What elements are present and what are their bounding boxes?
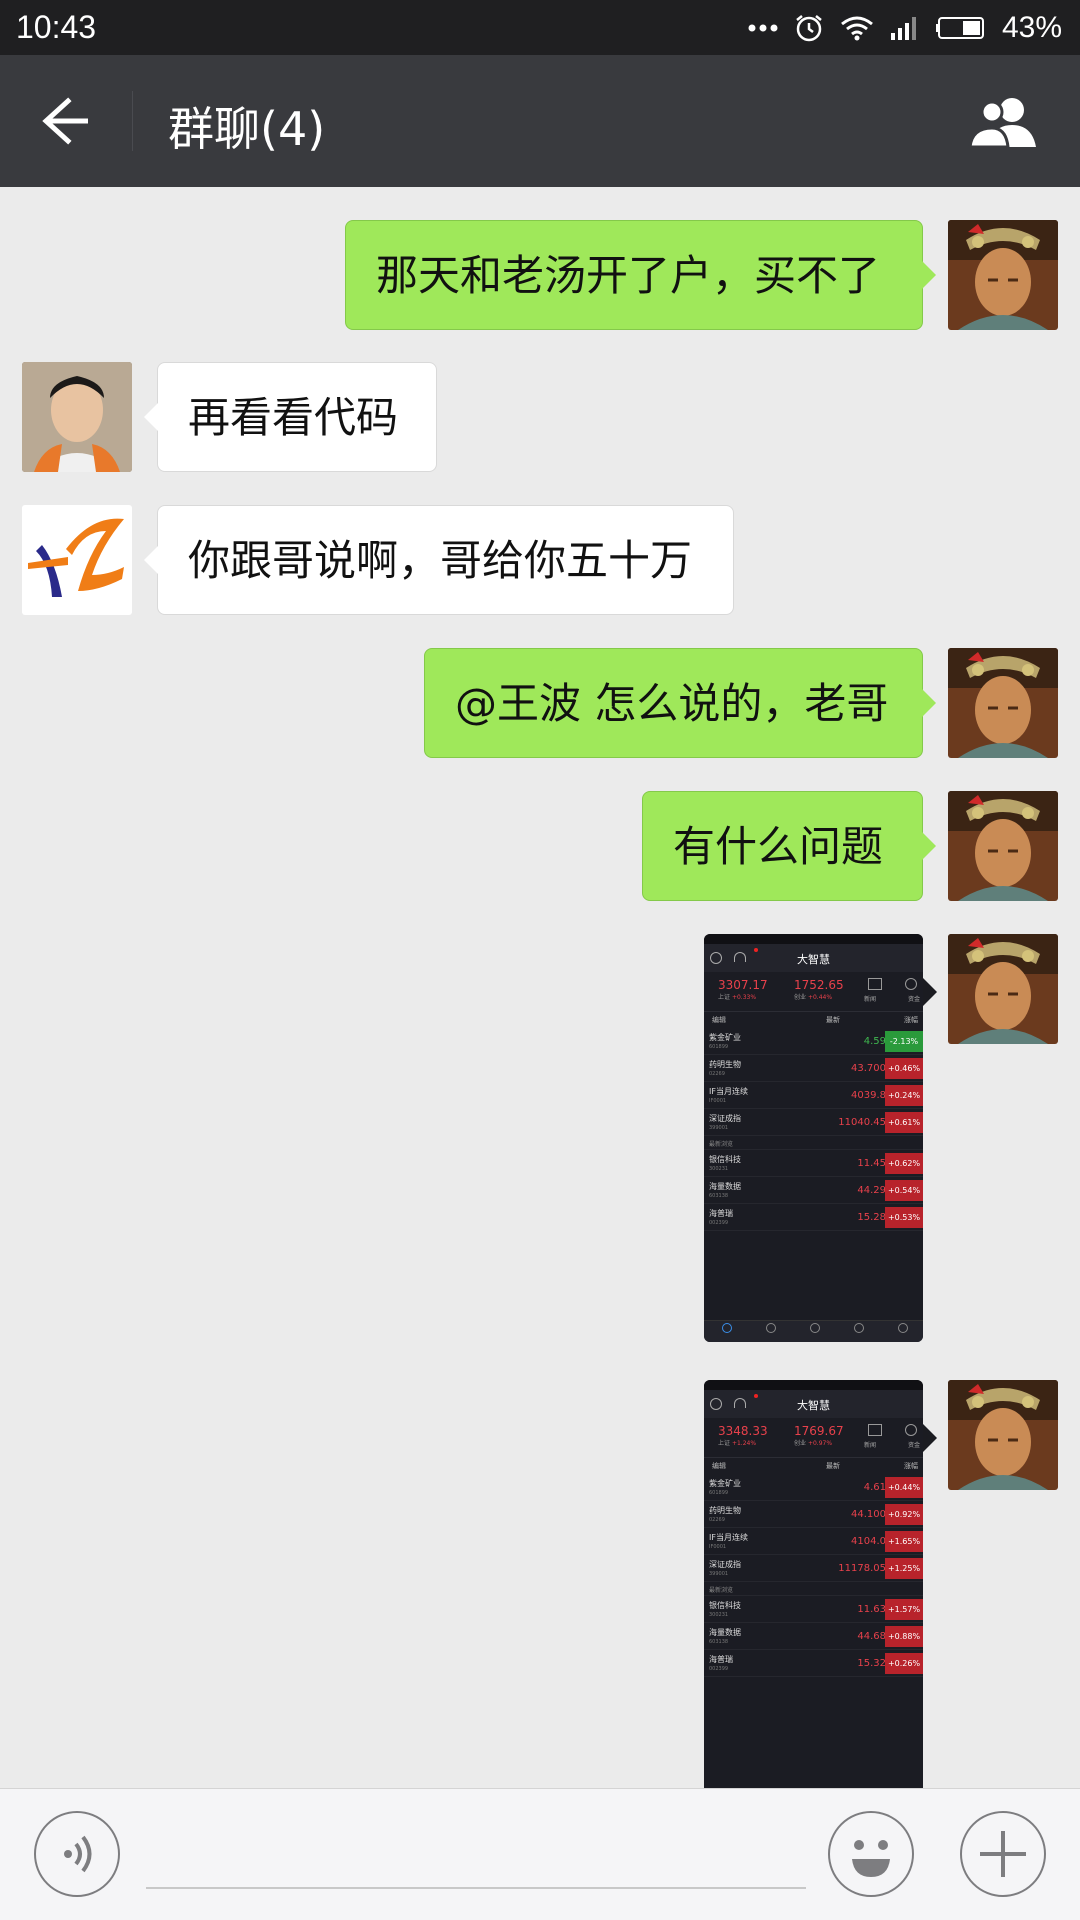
shared-screenshot-image[interactable]: 大智慧 3307.17 上证 +0.33% 1752.65 创业 +0.44% … [704, 934, 923, 1342]
quote-row: 海普瑞 002399 15.28 +0.53% [704, 1204, 923, 1231]
shared-screenshot-image[interactable]: 大智慧 3348.33 上证 +1.24% 1769.67 创业 +0.97% … [704, 1380, 923, 1788]
quote-row: 银信科技 300231 11.45 +0.62% [704, 1150, 923, 1177]
more-actions-button[interactable] [960, 1811, 1046, 1897]
app-bar-divider [132, 91, 133, 151]
home-tab-icon [722, 1323, 732, 1333]
info-tab-icon [810, 1323, 820, 1333]
voice-icon [64, 1835, 92, 1873]
quote-row: 深证成指 399001 11178.05 +1.25% [704, 1555, 923, 1582]
back-button[interactable] [38, 95, 94, 147]
index-sh: 3348.33 上证 +1.24% [718, 1424, 768, 1447]
index-cy: 1769.67 创业 +0.97% [794, 1424, 844, 1447]
back-arrow-icon [42, 97, 88, 145]
avatar-self[interactable] [948, 220, 1058, 330]
index-summary: 3307.17 上证 +0.33% 1752.65 创业 +0.44% 新闻 资… [704, 972, 923, 1012]
recent-section: 最新浏览 [704, 1582, 923, 1596]
plus-icon [980, 1831, 1026, 1877]
avatar-self[interactable] [948, 648, 1058, 758]
avatar-friend-1[interactable] [22, 362, 132, 472]
recent-section: 最新浏览 [704, 1136, 923, 1150]
chat-messages[interactable]: 那天和老汤开了户，买不了 再看看代码 你跟哥说啊，哥给你五十万 @王波 怎么说的… [0, 187, 1080, 1788]
index-sh: 3307.17 上证 +0.33% [718, 978, 768, 1001]
message-bubble-sent[interactable]: 有什么问题 [642, 791, 936, 901]
news-label: 新闻 [864, 1442, 877, 1449]
news-label: 新闻 [864, 996, 877, 1003]
news-icon [868, 978, 882, 990]
news-icon [868, 1424, 882, 1436]
index-cy: 1752.65 创业 +0.44% [794, 978, 844, 1001]
avatar-self[interactable] [948, 934, 1058, 1044]
chat-title: 群聊(4) [168, 102, 326, 156]
message-bubble-received[interactable]: 你跟哥说啊，哥给你五十万 [144, 505, 734, 615]
screenshot-app-title: 大智慧 [797, 953, 830, 966]
quote-row: 海普瑞 002399 15.32 +0.26% [704, 1650, 923, 1677]
me-tab-icon [898, 1323, 908, 1333]
fund-icon [905, 1424, 917, 1436]
group-members-button[interactable] [966, 95, 1042, 149]
quote-row: 紫金矿业 601899 4.61 +0.44% [704, 1474, 923, 1501]
signal-icon [890, 17, 916, 40]
fund-label: 资金 [908, 1442, 921, 1449]
watchlist-header: 编辑 最新 涨幅 [712, 1462, 918, 1470]
bubble-tail [923, 978, 937, 1006]
status-bar: 10:43 43% [0, 0, 1080, 55]
quote-row: 海量数据 603138 44.29 +0.54% [704, 1177, 923, 1204]
screenshot-header: 大智慧 [704, 1390, 923, 1418]
more-dots-icon [748, 24, 778, 32]
avatar-self[interactable] [948, 791, 1058, 901]
battery-icon [935, 17, 984, 39]
watchlist-header: 编辑 最新 涨幅 [712, 1016, 918, 1024]
market-tab-icon [766, 1323, 776, 1333]
fund-label: 资金 [908, 996, 921, 1003]
alarm-icon [796, 15, 822, 42]
quote-row: 药明生物 02269 43.700 +0.46% [704, 1055, 923, 1082]
wifi-icon [841, 16, 873, 41]
fund-icon [905, 978, 917, 990]
quote-row: 银信科技 300231 11.63 +1.57% [704, 1596, 923, 1623]
screenshot-status-bar [704, 934, 923, 944]
screenshot-header: 大智慧 [704, 944, 923, 972]
quote-row: 深证成指 399001 11040.45 +0.61% [704, 1109, 923, 1136]
app-bar: 群聊(4) [0, 55, 1080, 187]
screenshot-status-bar [704, 1380, 923, 1390]
voice-input-button[interactable] [34, 1811, 120, 1897]
quote-row: 海量数据 603138 44.68 +0.88% [704, 1623, 923, 1650]
message-bubble-sent[interactable]: @王波 怎么说的，老哥 [424, 648, 936, 758]
status-icons: 43% [748, 9, 1062, 47]
emoji-icon [852, 1840, 890, 1877]
emoji-button[interactable] [828, 1811, 914, 1897]
battery-percent: 43% [1001, 11, 1062, 44]
input-bar [0, 1788, 1080, 1920]
quote-row: IF当月连续 IF0001 4104.0 +1.65% [704, 1528, 923, 1555]
avatar-self[interactable] [948, 1380, 1058, 1490]
group-members-icon [968, 98, 1036, 149]
avatar-friend-2[interactable] [22, 505, 132, 615]
screenshot-app-title: 大智慧 [797, 1399, 830, 1412]
message-bubble-received[interactable]: 再看看代码 [144, 362, 437, 472]
quote-row: 紫金矿业 601899 4.59 -2.13% [704, 1028, 923, 1055]
status-time: 10:43 [16, 9, 97, 45]
quote-row: 药明生物 02269 44.100 +0.92% [704, 1501, 923, 1528]
trade-tab-icon [854, 1323, 864, 1333]
quote-row: IF当月连续 IF0001 4039.8 +0.24% [704, 1082, 923, 1109]
message-bubble-sent[interactable]: 那天和老汤开了户，买不了 [345, 220, 936, 330]
index-summary: 3348.33 上证 +1.24% 1769.67 创业 +0.97% 新闻 资… [704, 1418, 923, 1458]
message-text-input[interactable] [146, 1885, 806, 1889]
screenshot-tab-bar [704, 1320, 923, 1342]
bubble-tail [923, 1424, 937, 1452]
